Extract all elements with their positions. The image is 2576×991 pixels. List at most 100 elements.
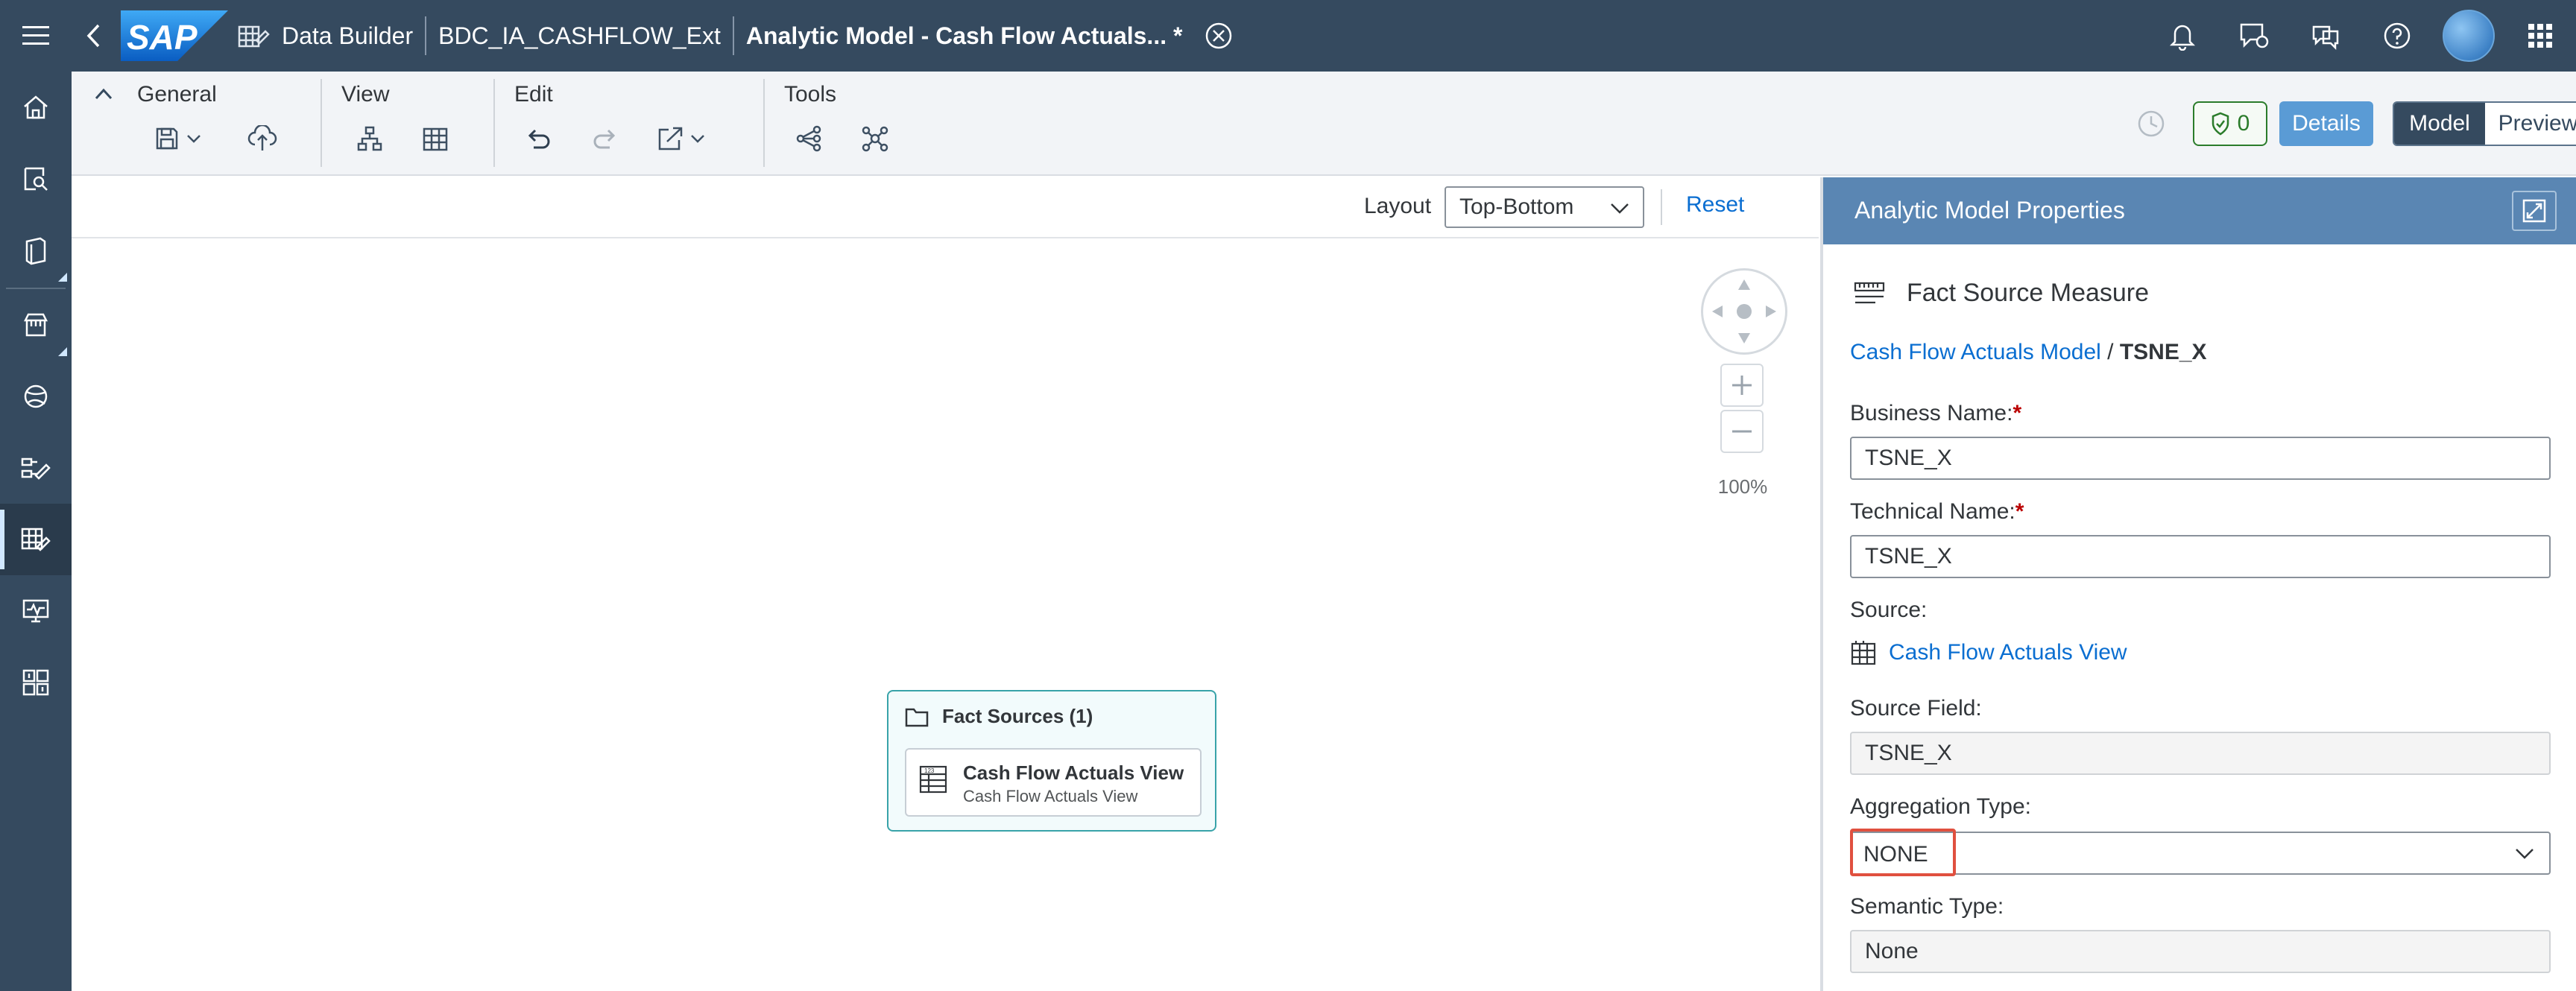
- layout-bar: Layout Top-Bottom Reset: [72, 177, 1819, 238]
- business-name-label: Business Name:*: [1850, 401, 2021, 426]
- svg-text:123: 123: [924, 767, 935, 774]
- required-marker: *: [2015, 499, 2024, 524]
- zoom-in-button[interactable]: [1720, 364, 1764, 407]
- breadcrumb-current: TSNE_X: [2119, 340, 2207, 364]
- reset-link[interactable]: Reset: [1686, 192, 1744, 218]
- business-builder-icon[interactable]: [0, 432, 72, 504]
- redo-icon[interactable]: [584, 118, 626, 159]
- crumb-data-builder[interactable]: Data Builder: [282, 22, 413, 50]
- semantic-type-value: None: [1850, 930, 2551, 973]
- network-graph-icon[interactable]: [854, 118, 896, 159]
- source-link[interactable]: Cash Flow Actuals View: [1850, 639, 2127, 666]
- toolbar: General View Edit Tools 0 Details Model …: [72, 72, 2576, 176]
- data-builder-nav-icon[interactable]: [0, 504, 72, 575]
- zoom-out-button[interactable]: [1720, 410, 1764, 453]
- fact-sources-node[interactable]: Fact Sources (1) 123 Cash Flow Actuals V…: [887, 690, 1216, 832]
- page-title: Analytic Model - Cash Flow Actuals... *: [745, 22, 1183, 49]
- properties-panel: Analytic Model Properties Fact Source Me…: [1820, 177, 2576, 991]
- product-switch-icon[interactable]: [2504, 0, 2576, 72]
- model-toggle-button[interactable]: Model: [2394, 103, 2485, 145]
- repository-icon[interactable]: [0, 215, 72, 286]
- data-integration-monitor-icon[interactable]: [0, 575, 72, 647]
- chevron-down-icon[interactable]: [684, 118, 711, 159]
- crumb-space[interactable]: BDC_IA_CASHFLOW_Ext: [438, 22, 721, 50]
- toolbar-divider: [763, 79, 765, 167]
- collapse-toolbar-icon[interactable]: [94, 86, 113, 101]
- entity-subtitle: Cash Flow Actuals View: [963, 787, 1138, 805]
- fact-sources-title: Fact Sources (1): [942, 705, 1093, 727]
- entity-title: Cash Flow Actuals View: [963, 762, 1184, 784]
- validation-status-button[interactable]: 0: [2193, 101, 2267, 146]
- shield-check-icon: [2212, 112, 2229, 136]
- fact-table-icon: 123: [918, 764, 948, 794]
- feedback-icon[interactable]: [2218, 0, 2290, 72]
- aggregation-type-label: Aggregation Type:: [1850, 794, 2031, 819]
- highlight-box: [1850, 829, 1956, 876]
- back-icon[interactable]: [72, 0, 116, 72]
- chevron-down-icon: [1609, 198, 1631, 218]
- pan-right-icon: [1766, 305, 1776, 317]
- chevron-down-icon[interactable]: [180, 118, 207, 159]
- toolbar-divider: [493, 79, 495, 167]
- history-icon[interactable]: [2136, 109, 2166, 139]
- sap-logo[interactable]: SAP: [121, 10, 228, 61]
- modeling-canvas[interactable]: Layout Top-Bottom Reset 100% Fact Source…: [72, 177, 1819, 991]
- panel-header: Analytic Model Properties: [1823, 177, 2576, 244]
- group-tools-label: Tools: [784, 82, 837, 107]
- business-name-input[interactable]: TSNE_X: [1850, 437, 2551, 480]
- source-link-text[interactable]: Cash Flow Actuals View: [1889, 640, 2127, 665]
- crumb-separator: [425, 16, 427, 55]
- shell-actions: [2147, 0, 2576, 72]
- toolbar-divider: [321, 79, 322, 167]
- semantic-onboarding-icon[interactable]: [0, 361, 72, 432]
- source-label: Source:: [1850, 598, 1928, 622]
- source-field-value: TSNE_X: [1850, 732, 2551, 775]
- panel-breadcrumb: Cash Flow Actuals Model / TSNE_X: [1850, 340, 2207, 365]
- semantic-type-label: Semantic Type:: [1850, 894, 2004, 919]
- pan-control[interactable]: [1701, 268, 1787, 355]
- hierarchy-view-icon[interactable]: [349, 118, 391, 159]
- data-builder-icon: [237, 21, 271, 51]
- pan-down-icon: [1738, 333, 1750, 343]
- svg-text:SAP: SAP: [127, 18, 198, 57]
- avatar[interactable]: [2433, 0, 2504, 72]
- group-general-label: General: [137, 82, 217, 107]
- shell-bar: SAP Data Builder BDC_IA_CASHFLOW_Ext Ana…: [0, 0, 2576, 72]
- view-table-icon: [1851, 641, 1876, 665]
- minus-icon: [1732, 430, 1752, 433]
- business-name-label-text: Business Name:: [1850, 401, 2013, 425]
- measure-icon: [1854, 282, 1885, 303]
- data-access-controls-icon[interactable]: [0, 647, 72, 718]
- panel-title: Analytic Model Properties: [1854, 197, 2125, 224]
- layout-label: Layout: [1364, 194, 1432, 218]
- undo-icon[interactable]: [517, 118, 559, 159]
- help-icon[interactable]: [2361, 0, 2433, 72]
- preview-toggle-button[interactable]: Preview: [2485, 103, 2576, 145]
- pan-center-icon: [1737, 304, 1752, 319]
- deploy-icon[interactable]: [242, 118, 283, 159]
- menu-icon[interactable]: [0, 0, 72, 72]
- source-field-label: Source Field:: [1850, 696, 1982, 721]
- group-view-label: View: [341, 82, 390, 107]
- close-circle-icon[interactable]: [1205, 22, 1233, 50]
- crumb-separator: [732, 16, 734, 55]
- layout-select[interactable]: Top-Bottom: [1445, 186, 1644, 228]
- impact-lineage-icon[interactable]: [789, 118, 830, 159]
- catalog-search-icon[interactable]: [0, 143, 72, 215]
- fact-source-entity[interactable]: 123 Cash Flow Actuals View Cash Flow Act…: [905, 748, 1202, 817]
- technical-name-label: Technical Name:*: [1850, 499, 2024, 525]
- technical-name-input[interactable]: TSNE_X: [1850, 535, 2551, 578]
- chevron-down-icon: [2513, 845, 2536, 863]
- group-edit-label: Edit: [514, 82, 553, 107]
- fact-sources-header: Fact Sources (1): [905, 705, 1093, 728]
- notifications-icon[interactable]: [2147, 0, 2218, 72]
- marketplace-icon[interactable]: [0, 289, 72, 361]
- support-icon[interactable]: [2290, 0, 2361, 72]
- technical-name-label-text: Technical Name:: [1850, 499, 2015, 524]
- details-button[interactable]: Details: [2279, 101, 2373, 146]
- required-marker: *: [2012, 401, 2022, 425]
- table-view-icon[interactable]: [414, 118, 456, 159]
- home-icon[interactable]: [0, 72, 72, 143]
- breadcrumb-model-link[interactable]: Cash Flow Actuals Model: [1850, 340, 2101, 364]
- expand-icon[interactable]: [2512, 191, 2557, 231]
